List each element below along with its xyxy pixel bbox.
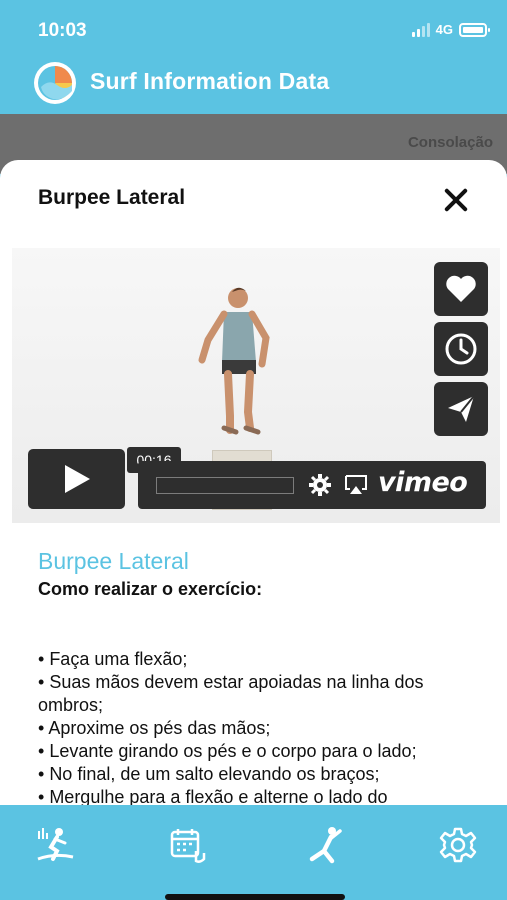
step-item: Faça uma flexão; bbox=[38, 648, 478, 671]
share-button[interactable] bbox=[434, 382, 488, 436]
tab-exercises[interactable] bbox=[302, 823, 346, 867]
home-indicator bbox=[165, 894, 345, 900]
heart-icon bbox=[446, 275, 476, 302]
modal-title: Burpee Lateral bbox=[38, 186, 186, 209]
app-logo-icon bbox=[34, 62, 76, 104]
signal-icon bbox=[411, 22, 430, 37]
app-title: Surf Information Data bbox=[90, 68, 330, 94]
step-item: Mergulhe para a flexão e alterne o lado … bbox=[38, 786, 478, 805]
exercise-modal: Burpee Lateral 00:16 vimeo Burpee Latera… bbox=[0, 160, 507, 805]
airplay-icon[interactable] bbox=[344, 473, 368, 497]
step-item: Levante girando os pés e o corpo para o … bbox=[38, 740, 478, 763]
close-button[interactable] bbox=[440, 184, 472, 216]
battery-icon bbox=[459, 22, 490, 37]
gear-icon bbox=[439, 827, 477, 863]
play-icon bbox=[64, 465, 90, 493]
tab-settings[interactable] bbox=[436, 823, 480, 867]
tab-surf[interactable] bbox=[33, 823, 77, 867]
app-header: 10:03 4G Surf Information Data bbox=[0, 0, 507, 114]
exercise-title: Burpee Lateral bbox=[38, 548, 189, 574]
step-item: Aproxime os pés das mãos; bbox=[38, 717, 478, 740]
video-controls: vimeo bbox=[138, 461, 486, 509]
exercise-subtitle: Como realizar o exercício: bbox=[38, 579, 263, 599]
tab-schedule[interactable] bbox=[166, 823, 210, 867]
tab-bar bbox=[0, 805, 507, 900]
like-button[interactable] bbox=[434, 262, 488, 316]
network-label: 4G bbox=[435, 22, 453, 37]
watch-later-button[interactable] bbox=[434, 322, 488, 376]
send-icon bbox=[448, 395, 475, 422]
progress-bar[interactable] bbox=[156, 477, 294, 494]
vimeo-logo[interactable]: vimeo bbox=[378, 467, 468, 498]
step-item: No final, de um salto elevando os braços… bbox=[38, 763, 478, 786]
exercise-steps: Faça uma flexão; Suas mãos devem estar a… bbox=[38, 648, 478, 805]
status-indicators: 4G bbox=[411, 22, 490, 37]
step-item: Suas mãos devem estar apoiadas na linha … bbox=[38, 671, 478, 717]
video-player[interactable]: 00:16 vimeo bbox=[12, 248, 500, 523]
settings-icon[interactable] bbox=[308, 473, 332, 497]
athlete-figure bbox=[198, 287, 270, 435]
background-label: Consolação bbox=[407, 134, 493, 151]
stretching-icon bbox=[309, 827, 342, 864]
calendar-icon bbox=[170, 829, 206, 863]
status-time: 10:03 bbox=[38, 20, 87, 41]
clock-icon bbox=[445, 333, 477, 365]
play-button[interactable] bbox=[28, 449, 125, 509]
surf-icon bbox=[37, 828, 74, 861]
